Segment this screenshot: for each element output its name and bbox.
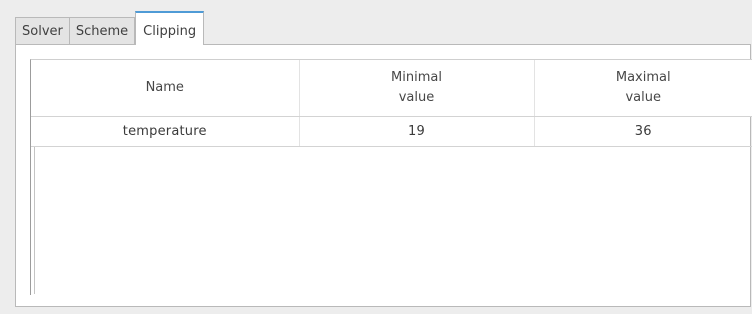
- clipping-table: Name Minimal value Maximal value tempera…: [31, 60, 752, 147]
- tab-bar: Solver Scheme Clipping: [15, 11, 205, 45]
- table-left-edge-divider: [34, 147, 35, 294]
- tab-clipping[interactable]: Clipping: [135, 11, 205, 45]
- column-header-name-label: Name: [145, 80, 184, 95]
- cell-minimal-value[interactable]: 19: [299, 116, 535, 147]
- clipping-panel: Name Minimal value Maximal value tempera…: [15, 44, 752, 307]
- cell-name[interactable]: temperature: [31, 116, 300, 147]
- tab-scheme[interactable]: Scheme: [69, 17, 136, 45]
- column-header-maximal-line1: Maximal: [615, 70, 671, 85]
- column-header-maximal-line2: value: [625, 90, 661, 105]
- column-header-name[interactable]: Name: [31, 60, 300, 117]
- cell-maximal-value[interactable]: 36: [534, 116, 752, 147]
- column-header-minimal-line2: value: [398, 90, 435, 105]
- column-header-maximal-value[interactable]: Maximal value: [534, 60, 752, 117]
- tab-solver[interactable]: Solver: [15, 17, 70, 45]
- table-header: Name Minimal value Maximal value: [31, 60, 752, 117]
- column-header-minimal-line1: Minimal: [391, 70, 442, 85]
- column-header-minimal-value[interactable]: Minimal value: [299, 60, 535, 117]
- clipping-table-frame: Name Minimal value Maximal value tempera…: [30, 59, 752, 295]
- table-row[interactable]: temperature 19 36: [31, 116, 752, 147]
